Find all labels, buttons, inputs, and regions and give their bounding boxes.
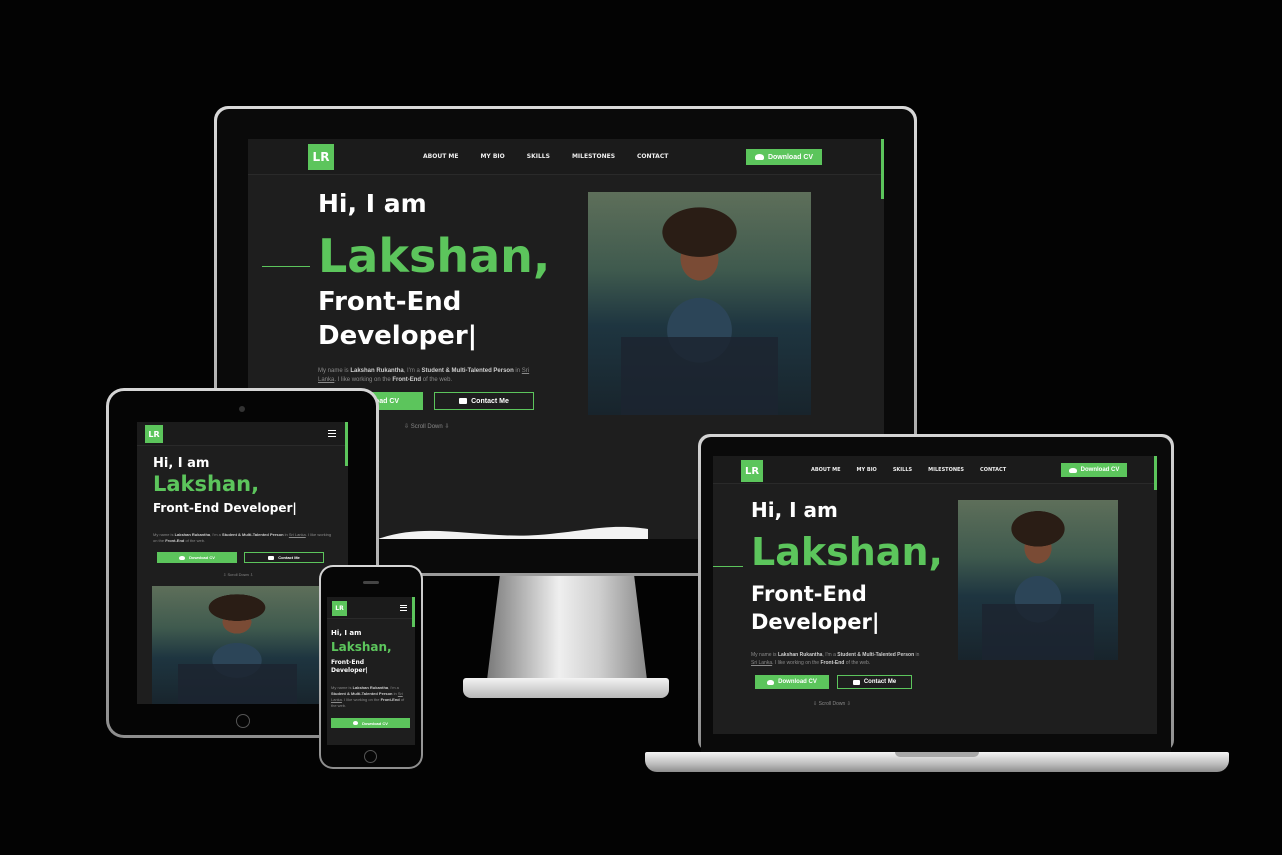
hero-bio: My name is Lakshan Rukantha, I'm a Stude…	[318, 368, 530, 383]
site-logo[interactable]: LR	[308, 144, 334, 170]
scroll-down-hint[interactable]: ⇩ Scroll Down ⇩	[813, 701, 851, 707]
nav-contact[interactable]: Contact	[980, 467, 1006, 473]
navbar: LR About Me My Bio Skills Milestones Con…	[713, 456, 1157, 484]
hero-bio: My name is Lakshan Rukantha, I'm a Stude…	[331, 685, 405, 708]
hero-role-line2: Developer|	[751, 610, 880, 634]
tablet-camera	[239, 406, 245, 412]
download-cv-button[interactable]: Download CV	[746, 149, 822, 165]
tablet-home-button[interactable]	[236, 714, 250, 728]
laptop-base	[645, 752, 1229, 772]
scroll-indicator	[881, 139, 884, 199]
hero-contact-me-button[interactable]: Contact Me	[837, 675, 912, 689]
hero-download-cv-button[interactable]: Download CV	[157, 552, 237, 563]
hero-role: Front-End Developer|	[153, 501, 297, 515]
profile-photo	[152, 586, 322, 704]
cloud-download-icon	[754, 154, 764, 160]
hero-bio: My name is Lakshan Rukantha, I'm a Stude…	[751, 652, 920, 666]
contact-me-label: Contact Me	[471, 397, 509, 405]
scroll-down-hint[interactable]: ⇩ Scroll Down ⇩	[223, 572, 253, 577]
download-cv-label: Download CV	[189, 555, 215, 560]
mail-icon	[459, 398, 468, 404]
nav-milestones[interactable]: Milestones	[928, 467, 964, 473]
tablet-screen: LR Hi, I am Lakshan, Front-End Developer…	[137, 422, 348, 704]
contact-me-label: Contact Me	[863, 679, 897, 685]
contact-me-label: Contact Me	[278, 555, 300, 560]
laptop: LR About Me My Bio Skills Milestones Con…	[698, 434, 1174, 752]
download-cv-label: Download CV	[767, 153, 814, 161]
mail-icon	[268, 555, 275, 560]
hero-greeting: Hi, I am	[331, 629, 362, 637]
scroll-down-hint[interactable]: ⇩ Scroll Down ⇩	[404, 423, 449, 430]
profile-photo	[958, 500, 1118, 660]
hero-greeting: Hi, I am	[153, 456, 210, 471]
laptop-screen: LR About Me My Bio Skills Milestones Con…	[713, 456, 1157, 734]
cloud-download-icon	[353, 721, 359, 725]
nav-milestones[interactable]: Milestones	[572, 153, 615, 160]
navbar: LR About Me My Bio Skills Milestones Con…	[248, 139, 884, 175]
nav-about-me[interactable]: About Me	[423, 153, 458, 160]
hero-name: Lakshan,	[318, 229, 551, 283]
hero-greeting: Hi, I am	[318, 189, 427, 218]
download-cv-label: Download CV	[1080, 467, 1120, 473]
hamburger-menu-icon[interactable]	[328, 430, 336, 437]
hero-name: Lakshan,	[153, 472, 260, 496]
phone-home-button[interactable]	[364, 750, 377, 763]
phone: LR Hi, I am Lakshan, Front-End Developer…	[319, 565, 423, 769]
hero-role-line1: Front-End	[751, 582, 867, 606]
accent-line	[262, 266, 310, 267]
scroll-indicator	[1154, 456, 1157, 490]
site-logo[interactable]: LR	[741, 460, 763, 482]
hero-greeting: Hi, I am	[751, 498, 838, 522]
profile-photo	[588, 192, 811, 415]
nav-my-bio[interactable]: My Bio	[857, 467, 877, 473]
navbar: LR	[137, 422, 348, 446]
nav-links: About Me My Bio Skills Milestones Contac…	[423, 153, 668, 160]
nav-skills[interactable]: Skills	[893, 467, 912, 473]
hero-name: Lakshan,	[751, 530, 943, 574]
accent-line	[713, 566, 743, 567]
hero-role-line1: Front-End	[318, 287, 462, 317]
hero-role-line1: Front-End	[331, 659, 365, 666]
site-logo[interactable]: LR	[145, 425, 163, 443]
hamburger-menu-icon[interactable]	[400, 605, 407, 611]
download-cv-button[interactable]: Download CV	[1061, 463, 1127, 477]
download-cv-label: Download CV	[362, 720, 388, 726]
hero-bio: My name is Lakshan Rukantha, I'm a Stude…	[153, 532, 332, 543]
cloud-download-icon	[1068, 467, 1077, 473]
monitor-base	[463, 678, 669, 698]
monitor-stand	[487, 576, 647, 680]
cloud-download-icon	[179, 555, 186, 560]
phone-speaker	[363, 581, 379, 584]
download-cv-label: Download CV	[778, 679, 817, 685]
scroll-indicator	[345, 422, 348, 466]
cloud-download-icon	[767, 679, 775, 685]
nav-links: About Me My Bio Skills Milestones Contac…	[811, 467, 1006, 473]
nav-skills[interactable]: Skills	[527, 153, 550, 160]
mail-icon	[852, 679, 860, 685]
hero-contact-me-button[interactable]: Contact Me	[244, 552, 324, 563]
hero-role-line2: Developer|	[331, 667, 368, 674]
phone-screen: LR Hi, I am Lakshan, Front-End Developer…	[327, 597, 415, 745]
hero-name: Lakshan,	[331, 640, 392, 654]
hero-download-cv-button[interactable]: Download CV	[331, 718, 410, 728]
site-logo[interactable]: LR	[332, 601, 347, 616]
hero-download-cv-button[interactable]: Download CV	[755, 675, 829, 689]
hero-role-line2: Developer|	[318, 321, 478, 351]
scroll-indicator	[412, 597, 415, 627]
navbar: LR	[327, 597, 415, 619]
nav-my-bio[interactable]: My Bio	[480, 153, 504, 160]
laptop-notch	[895, 752, 979, 757]
nav-contact[interactable]: Contact	[637, 153, 668, 160]
nav-about-me[interactable]: About Me	[811, 467, 841, 473]
hero-contact-me-button[interactable]: Contact Me	[434, 392, 534, 410]
